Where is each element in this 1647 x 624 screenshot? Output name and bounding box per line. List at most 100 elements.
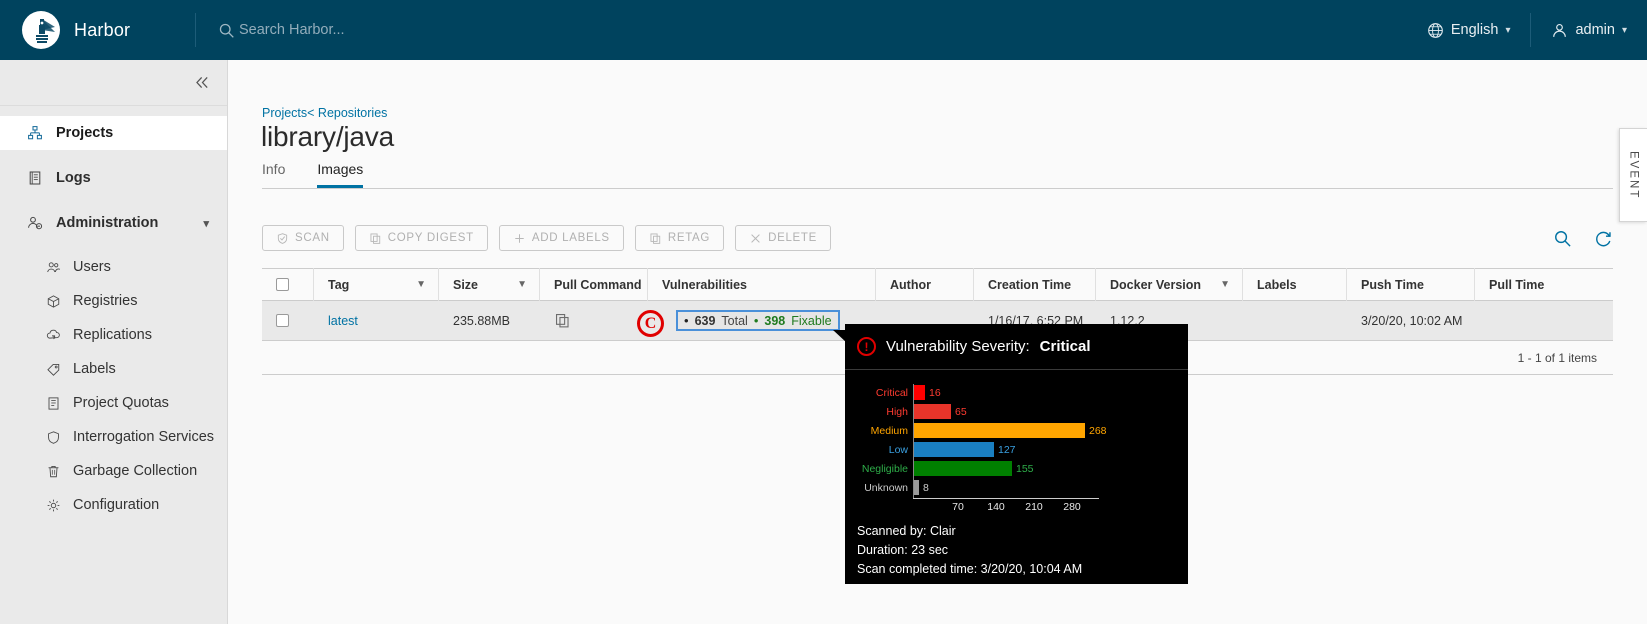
sidebar-item-logs[interactable]: Logs <box>0 161 227 195</box>
sidebar-item-label-users: Users <box>73 259 111 275</box>
labels-icon <box>44 362 62 377</box>
sidebar-item-garbage-collection[interactable]: Garbage Collection <box>0 454 227 488</box>
tooltip-arrow <box>833 330 847 343</box>
sidebar-collapse-button[interactable] <box>0 60 227 106</box>
th-creation-time-label: Creation Time <box>988 277 1072 292</box>
vuln-fixable-count: 398 <box>764 313 786 328</box>
severity-bar-chart: Critical 16 High 65 Medium 268 Low 127 N <box>857 384 1177 513</box>
breadcrumb[interactable]: Projects< Repositories <box>262 106 387 120</box>
chart-y-axis <box>913 384 914 498</box>
cell-pull-time <box>1475 301 1603 341</box>
tooltip-footer: Scanned by: Clair Duration: 23 sec Scan … <box>857 522 1082 579</box>
cell-tag: latest <box>314 301 439 341</box>
bar-label-low: Low <box>888 443 908 456</box>
scanned-by-text: Scanned by: Clair <box>857 524 956 538</box>
tab-images[interactable]: Images <box>317 161 364 188</box>
sidebar-item-project-quotas[interactable]: Project Quotas <box>0 386 227 420</box>
retag-copy-icon <box>650 232 660 244</box>
cell-labels <box>1243 301 1347 341</box>
harbor-logo-icon <box>22 11 60 49</box>
sidebar-item-registries[interactable]: Registries <box>0 284 227 318</box>
scan-completed-text: Scan completed time: 3/20/20, 10:04 AM <box>857 562 1083 576</box>
th-select-all[interactable] <box>262 268 314 301</box>
sidebar-item-projects[interactable]: Projects <box>0 116 227 150</box>
plus-icon <box>515 233 524 243</box>
sidebar-item-replications[interactable]: Replications <box>0 318 227 352</box>
add-labels-button-label: ADD LABELS <box>531 232 610 244</box>
vuln-total-label: Total <box>721 313 748 328</box>
vuln-total-count: 639 <box>694 313 716 328</box>
toolbar-right-actions <box>1553 229 1613 248</box>
top-header: Harbor English ▾ <box>0 0 1647 60</box>
user-icon <box>1553 23 1567 37</box>
pagination-summary: 1 - 1 of 1 items <box>1517 350 1597 365</box>
copy-digest-button[interactable]: COPY DIGEST <box>354 225 488 251</box>
event-tab[interactable]: EVENT <box>1619 128 1647 222</box>
scan-button[interactable]: SCAN <box>262 225 344 251</box>
xtick-210: 210 <box>1025 501 1043 513</box>
bar-label-unknown: Unknown <box>864 481 908 494</box>
filter-icon-tag[interactable]: ▼ <box>416 279 426 290</box>
search-icon <box>219 23 234 38</box>
chevron-down-icon-admin[interactable]: ▾ <box>203 217 209 230</box>
xtick-70: 70 <box>952 501 964 513</box>
user-menu[interactable]: admin ▾ <box>1531 0 1647 60</box>
shield-icon <box>44 430 62 445</box>
add-labels-button[interactable]: ADD LABELS <box>498 225 624 251</box>
tag-link[interactable]: latest <box>328 314 358 328</box>
language-selector[interactable]: English ▾ <box>1407 0 1531 60</box>
scan-shield-icon <box>277 232 288 244</box>
th-tag[interactable]: Tag ▼ <box>314 268 439 301</box>
table-search-button[interactable] <box>1553 229 1572 248</box>
bar-value-negligible: 155 <box>1016 462 1034 475</box>
search-input[interactable] <box>239 22 539 38</box>
tooltip-title-prefix: Vulnerability Severity: <box>886 338 1030 355</box>
vulnerability-badge[interactable]: • 639 Total • 398 Fixable <box>676 310 840 331</box>
th-pull-command: Pull Command <box>540 268 648 301</box>
refresh-button[interactable] <box>1594 229 1613 248</box>
bar-value-critical: 16 <box>929 386 941 399</box>
sidebar-item-users[interactable]: Users <box>0 250 227 284</box>
bar-row-medium: Medium 268 <box>857 422 1177 439</box>
bar-label-medium: Medium <box>870 424 908 437</box>
vuln-fixable-label: Fixable <box>791 313 832 328</box>
content-tabs: Info Images <box>262 161 1613 189</box>
th-vulnerabilities: Vulnerabilities <box>648 268 876 301</box>
projects-icon <box>26 125 44 141</box>
filter-icon-docker-version[interactable]: ▼ <box>1220 279 1230 290</box>
sidebar-item-configuration[interactable]: Configuration <box>0 488 227 522</box>
global-search[interactable] <box>218 22 539 39</box>
cell-pull-command[interactable] <box>540 301 648 341</box>
filter-icon-size[interactable]: ▼ <box>517 279 527 290</box>
bar-row-high: High 65 <box>857 403 1177 420</box>
th-size[interactable]: Size ▼ <box>439 268 540 301</box>
row-select-cell[interactable] <box>262 301 314 341</box>
sidebar-item-label-administration: Administration <box>56 215 159 231</box>
warning-icon: ! <box>857 337 876 356</box>
chart-x-axis <box>913 498 1099 499</box>
collapse-double-chevron-icon <box>196 76 208 89</box>
bar-critical <box>913 385 925 400</box>
chevron-down-icon: ▾ <box>1505 24 1511 36</box>
th-pull-command-label: Pull Command <box>554 277 642 292</box>
retag-button-label: RETAG <box>667 232 711 244</box>
sidebar-item-labels[interactable]: Labels <box>0 352 227 386</box>
row-checkbox[interactable] <box>276 314 289 327</box>
th-creation-time: Creation Time <box>974 268 1096 301</box>
sidebar-item-label-interrogation-services: Interrogation Services <box>73 429 215 445</box>
th-vulnerabilities-label: Vulnerabilities <box>662 277 747 292</box>
copy-icon-row[interactable] <box>554 312 571 329</box>
tab-info[interactable]: Info <box>262 161 285 188</box>
cell-push-time: 3/20/20, 10:02 AM <box>1361 313 1463 328</box>
brand-logo[interactable]: Harbor <box>0 0 195 60</box>
th-docker-version[interactable]: Docker Version ▼ <box>1096 268 1243 301</box>
sidebar-item-interrogation-services[interactable]: Interrogation Services <box>0 420 227 454</box>
sidebar-item-administration[interactable]: Administration ▾ <box>0 206 227 240</box>
th-tag-label: Tag <box>328 277 350 292</box>
retag-button[interactable]: RETAG <box>634 225 725 251</box>
th-labels-label: Labels <box>1257 277 1297 292</box>
select-all-checkbox[interactable] <box>276 278 289 291</box>
brand-title: Harbor <box>74 19 131 40</box>
delete-button[interactable]: DELETE <box>735 225 832 251</box>
